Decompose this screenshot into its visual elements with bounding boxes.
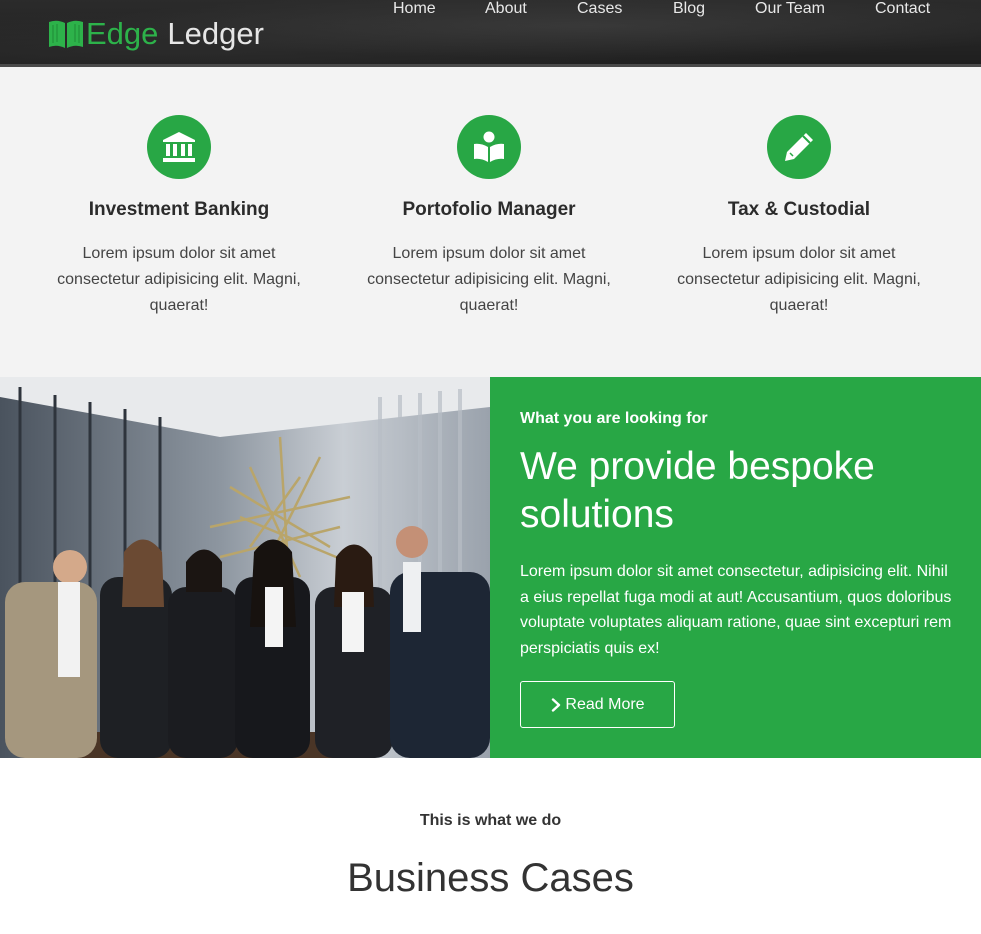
feature-title: Tax & Custodial xyxy=(727,199,871,220)
team-photo xyxy=(0,377,490,758)
nav-about[interactable]: About xyxy=(485,0,527,18)
feature-text: Lorem ipsum dolor sit amet consectetur a… xyxy=(57,245,301,314)
feature-title: Investment Banking xyxy=(88,199,270,220)
brand-word-ledger: Ledger xyxy=(167,16,264,51)
read-more-label: Read More xyxy=(565,695,645,713)
feature-icon-circle xyxy=(147,115,211,179)
reader-icon xyxy=(474,131,504,162)
bank-icon xyxy=(163,132,195,162)
business-cases-section: This is what we do Business Cases xyxy=(0,758,981,934)
nav-cases[interactable]: Cases xyxy=(577,0,622,18)
nav-contact[interactable]: Contact xyxy=(875,0,930,18)
nav-blog[interactable]: Blog xyxy=(673,0,705,18)
services-section: Investment Banking Lorem ipsum dolor sit… xyxy=(0,67,981,377)
feature-tax-custodial: Tax & Custodial Lorem ipsum dolor sit am… xyxy=(654,115,944,319)
team-photo-illustration xyxy=(0,377,490,758)
cases-title: Business Cases xyxy=(347,856,634,900)
feature-portfolio-manager: Portofolio Manager Lorem ipsum dolor sit… xyxy=(344,115,634,319)
feature-text: Lorem ipsum dolor sit amet consectetur a… xyxy=(367,245,611,314)
section-kicker: What you are looking for xyxy=(520,410,708,427)
feature-title: Portofolio Manager xyxy=(402,199,576,220)
cases-kicker: This is what we do xyxy=(419,812,562,829)
bespoke-solutions-panel: What you are looking for We provide besp… xyxy=(490,377,981,758)
feature-text: Lorem ipsum dolor sit amet consectetur a… xyxy=(677,245,921,314)
feature-investment-banking: Investment Banking Lorem ipsum dolor sit… xyxy=(34,115,324,319)
section-title: We provide bespoke solutions xyxy=(520,445,875,536)
chevron-right-icon xyxy=(552,697,561,712)
pencil-icon xyxy=(785,133,813,161)
feature-icon-circle xyxy=(767,115,831,179)
brand-logo[interactable]: Edge Ledger xyxy=(48,14,264,54)
nav-our-team[interactable]: Our Team xyxy=(755,0,825,18)
brand-word-edge: Edge xyxy=(86,16,159,51)
open-book-icon xyxy=(49,20,83,48)
nav-home[interactable]: Home xyxy=(393,0,436,18)
navbar: Edge Ledger Home About Cases Blog Our Te… xyxy=(0,0,981,67)
section-body: Lorem ipsum dolor sit amet consectetur, … xyxy=(520,563,952,658)
read-more-button[interactable]: Read More xyxy=(520,681,675,728)
feature-icon-circle xyxy=(457,115,521,179)
